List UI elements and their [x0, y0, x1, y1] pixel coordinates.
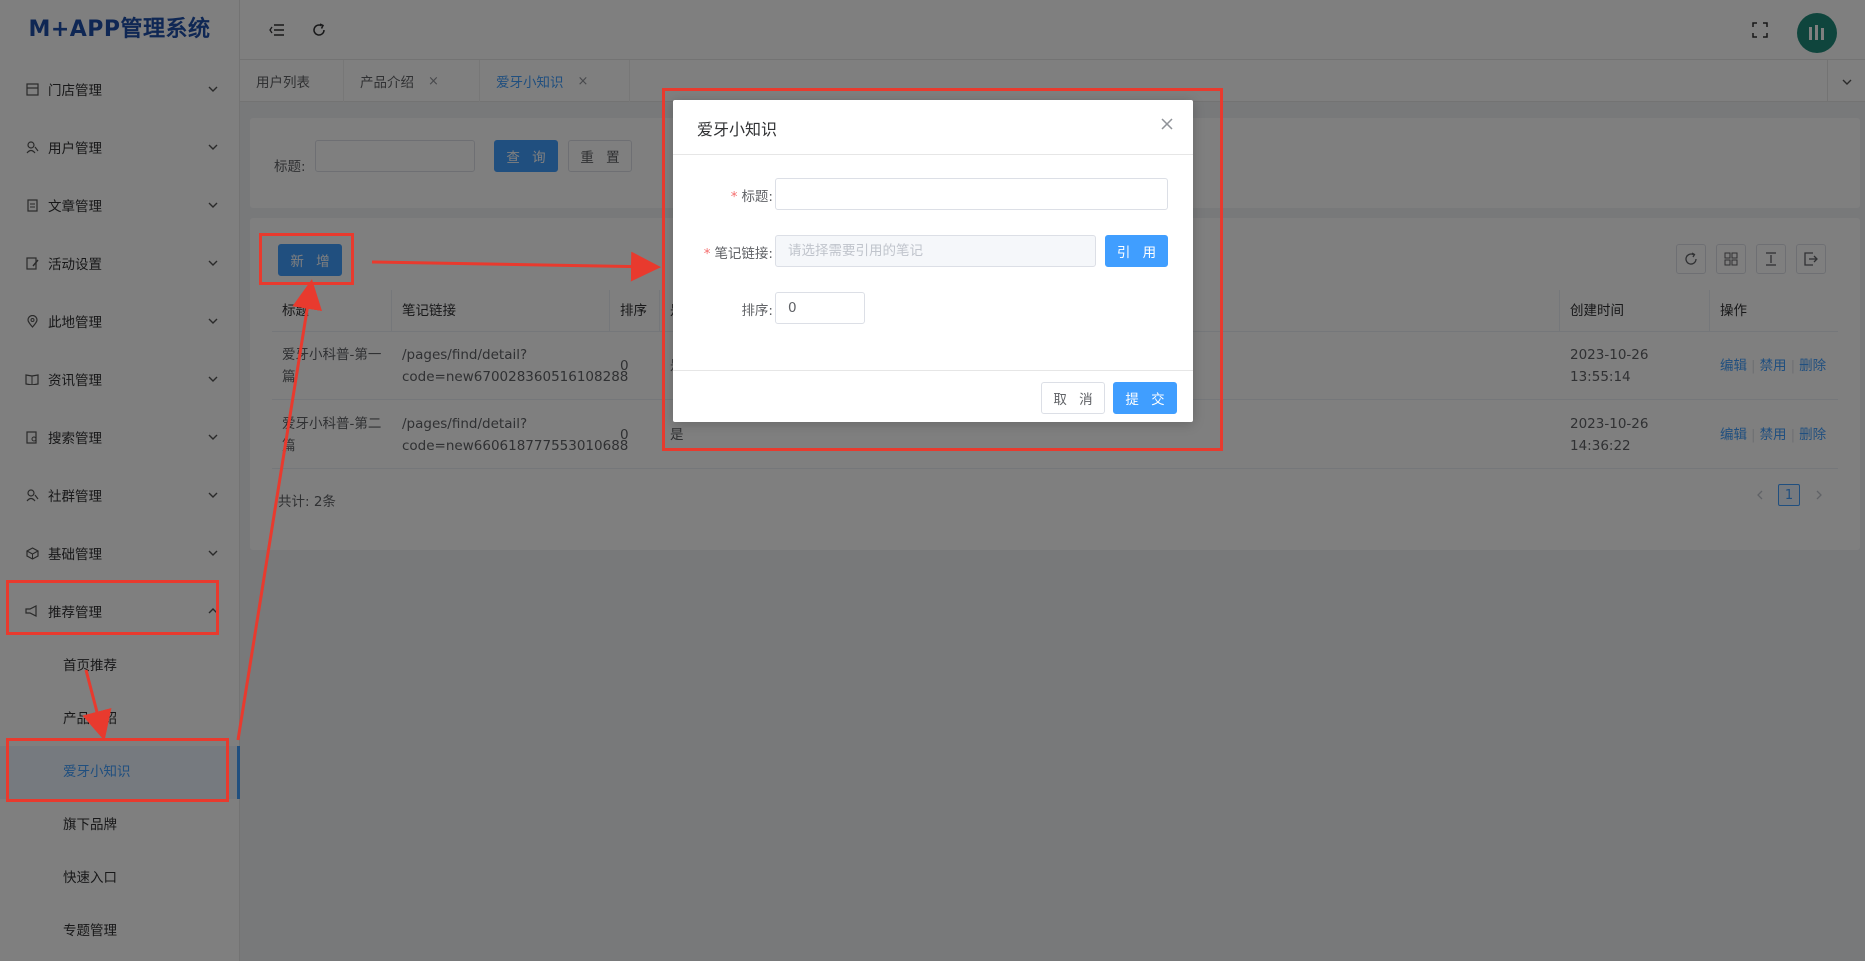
note-link-field[interactable]: 请选择需要引用的笔记 [775, 235, 1096, 267]
sort-field[interactable]: 0 [775, 292, 865, 324]
submit-button[interactable]: 提 交 [1113, 382, 1177, 414]
link-field-label: * 笔记链接: [703, 246, 773, 262]
close-icon[interactable] [1159, 116, 1175, 132]
cancel-button[interactable]: 取 消 [1041, 382, 1105, 414]
dialog-title: 爱牙小知识 [697, 120, 778, 139]
title-field-label: * 标题: [730, 189, 773, 205]
title-field[interactable] [775, 178, 1168, 210]
cite-button[interactable]: 引 用 [1105, 235, 1168, 267]
teeth-knowledge-dialog: 爱牙小知识 * 标题: * 笔记链接: 请选择需要引用的笔记 引 用 排序: 0 取… [673, 100, 1193, 422]
sort-field-label: 排序: [741, 303, 773, 319]
